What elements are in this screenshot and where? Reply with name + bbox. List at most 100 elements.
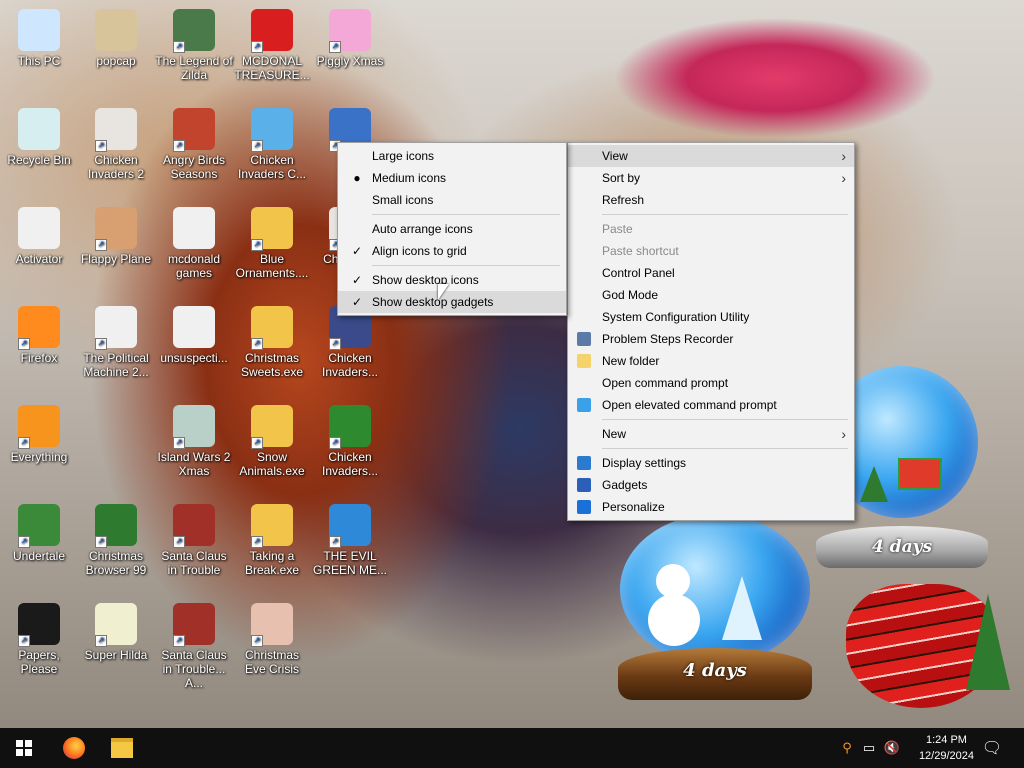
action-center-button[interactable]: 🗨 [978, 728, 1006, 768]
menu-separator [602, 419, 848, 420]
desktop-icon[interactable]: ↗ Undertale [0, 500, 78, 563]
desktop-icon[interactable]: ↗ Flappy Plane [77, 203, 155, 266]
folder-file-icon [173, 207, 215, 249]
desktop-icon[interactable]: Activator [0, 203, 78, 266]
desktop-icon[interactable]: unsuspecti... [155, 302, 233, 365]
messenger-icon: ↗ [329, 504, 371, 548]
desktop-icon[interactable]: ↗ Piggly Xmas [311, 5, 389, 68]
shortcut-arrow-icon: ↗ [18, 635, 30, 647]
menu-item-control-panel[interactable]: Control Panel [568, 262, 854, 284]
start-button[interactable] [2, 728, 46, 768]
desktop-icon[interactable]: ↗ The Legend of Zilda [155, 5, 233, 82]
desktop-icon-label: Island Wars 2 Xmas [157, 450, 231, 478]
desktop-icon-label: Blue Ornaments.... [235, 252, 309, 280]
desktop-icon[interactable]: This PC [0, 5, 78, 68]
countdown-label-snowman: 4 days [618, 648, 812, 700]
menu-item-auto-arrange-icons[interactable]: Auto arrange icons [338, 218, 566, 240]
desktop-icon-label: THE EVIL GREEN ME... [312, 549, 387, 577]
menu-item-large-icons[interactable]: Large icons [338, 145, 566, 167]
desktop-icon[interactable]: ↗ MCDONAL TREASURE... [233, 5, 311, 82]
shortcut-arrow-icon: ↗ [251, 437, 263, 449]
desktop-icon-label: Santa Claus in Trouble... A... [161, 648, 227, 690]
desktop-icon[interactable]: ↗ Chicken Invaders 2 [77, 104, 155, 181]
menu-item-god-mode[interactable]: God Mode [568, 284, 854, 306]
gift-icon [898, 458, 942, 490]
menu-item-label: Auto arrange icons [372, 222, 473, 236]
menu-item-label: Open command prompt [602, 376, 729, 390]
radio-bullet-icon: ● [353, 171, 361, 185]
desktop-icon[interactable]: ↗ Christmas Sweets.exe [233, 302, 311, 379]
desktop-icon[interactable]: ↗ Santa Claus in Trouble... A... [155, 599, 233, 690]
menu-item-open-elevated-command-prompt[interactable]: Open elevated command prompt [568, 394, 854, 416]
desktop-icon[interactable]: ↗ Snow Animals.exe [233, 401, 311, 478]
tray-search-icon[interactable]: ⚲ [838, 728, 856, 768]
menu-item-gadgets[interactable]: Gadgets [568, 474, 854, 496]
desktop-icon[interactable]: ↗ Christmas Eve Crisis [233, 599, 311, 676]
santa-icon: ↗ [173, 504, 215, 548]
desktop-icon[interactable]: ↗ Blue Ornaments.... [233, 203, 311, 280]
problem-steps-recorder-icon [577, 332, 591, 346]
tree-icon [860, 466, 888, 502]
desktop-icon[interactable]: ↗ The Political Machine 2... [77, 302, 155, 379]
menu-item-small-icons[interactable]: Small icons [338, 189, 566, 211]
desktop-icon[interactable]: ↗ Taking a Break.exe [233, 500, 311, 577]
desktop-icon[interactable]: ↗ Chicken Invaders... [311, 401, 389, 478]
folder-icon [577, 354, 591, 368]
desktop-icon[interactable]: ↗ Papers, Please [0, 599, 78, 676]
checkmark-icon: ✓ [351, 295, 363, 309]
display-icon [577, 456, 591, 470]
menu-item-sort-by[interactable]: Sort by › [568, 167, 854, 189]
menu-item-show-desktop-icons[interactable]: ✓ Show desktop icons [338, 269, 566, 291]
desktop-icon[interactable]: ↗ Super Hilda [77, 599, 155, 662]
menu-item-open-command-prompt[interactable]: Open command prompt [568, 372, 854, 394]
christmas-tree-gadget[interactable] [836, 574, 1022, 714]
desktop-context-menu: View › Sort by › Refresh Paste Paste shortcut C… [567, 142, 855, 521]
piggly-icon: ↗ [329, 9, 371, 53]
menu-item-personalize[interactable]: Personalize [568, 496, 854, 518]
menu-item-refresh[interactable]: Refresh [568, 189, 854, 211]
desktop-icon[interactable]: ↗ Christmas Browser 99 [77, 500, 155, 577]
menu-item-medium-icons[interactable]: ● Medium icons [338, 167, 566, 189]
menu-item-label: Problem Steps Recorder [602, 332, 734, 346]
menu-item-new[interactable]: New › [568, 423, 854, 445]
menu-item-label: Show desktop icons [372, 273, 479, 287]
desktop-icon[interactable]: ↗ Island Wars 2 Xmas [155, 401, 233, 478]
taskbar-file-explorer-button[interactable] [100, 728, 144, 768]
shortcut-arrow-icon: ↗ [329, 338, 341, 350]
shortcut-arrow-icon: ↗ [251, 635, 263, 647]
menu-item-align-icons-to-grid[interactable]: ✓ Align icons to grid [338, 240, 566, 262]
menu-item-label: Open elevated command prompt [602, 398, 777, 412]
snowman-body [648, 594, 700, 646]
menu-item-system-configuration-utility[interactable]: System Configuration Utility [568, 306, 854, 328]
menu-item-label: Personalize [602, 500, 665, 514]
computer-icon [18, 9, 60, 51]
menu-item-label: Paste [602, 222, 633, 236]
menu-item-problem-steps-recorder[interactable]: Problem Steps Recorder [568, 328, 854, 350]
tray-network-icon[interactable]: ▭ [860, 728, 878, 768]
taskbar-clock[interactable]: 1:24 PM 12/29/2024 [919, 732, 974, 764]
desktop-icon[interactable]: ↗ Santa Claus in Trouble [155, 500, 233, 577]
taskbar-firefox-button[interactable] [52, 728, 96, 768]
desktop-icon[interactable]: ↗ Chicken Invaders C... [233, 104, 311, 181]
shortcut-arrow-icon: ↗ [173, 635, 185, 647]
desktop-icon[interactable]: mcdonald games [155, 203, 233, 280]
desktop-icon[interactable]: ↗ THE EVIL GREEN ME... [311, 500, 389, 577]
menu-item-label: Large icons [372, 149, 435, 163]
desktop-icon[interactable]: ↗ Angry Birds Seasons [155, 104, 233, 181]
santa-icon: ↗ [173, 603, 215, 647]
desktop-icon-label: The Legend of Zilda [155, 54, 233, 82]
menu-item-new-folder[interactable]: New folder [568, 350, 854, 372]
menu-item-display-settings[interactable]: Display settings [568, 452, 854, 474]
tray-volume-muted-icon[interactable]: 🔇 [882, 728, 902, 768]
puzzle-icon: ↗ [251, 306, 293, 350]
desktop-icon[interactable]: Recycle Bin [0, 104, 78, 167]
desktop-icon[interactable]: ↗ Everything [0, 401, 78, 464]
desktop-icon-label: Santa Claus in Trouble [161, 549, 227, 577]
menu-item-view[interactable]: View › [568, 145, 854, 167]
menu-separator [602, 214, 848, 215]
desktop-icon-label: Recycle Bin [7, 153, 71, 167]
desktop-icon[interactable]: ↗ Firefox [0, 302, 78, 365]
countdown-gadget-snowman[interactable]: 4 days [612, 514, 818, 704]
menu-item-show-desktop-gadgets[interactable]: ✓ Show desktop gadgets [338, 291, 566, 313]
desktop-icon[interactable]: popcap [77, 5, 155, 68]
